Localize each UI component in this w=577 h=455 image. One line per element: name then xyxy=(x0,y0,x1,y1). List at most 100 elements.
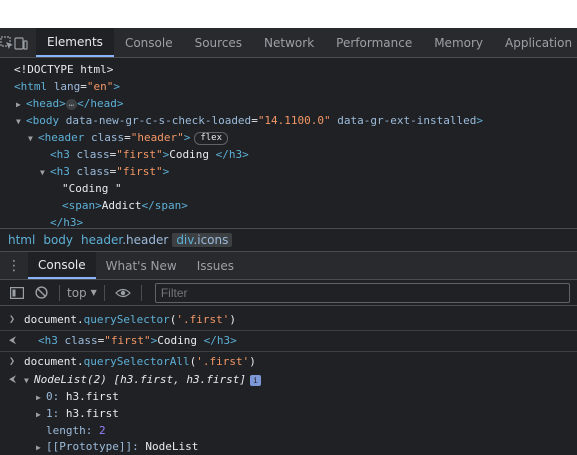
collapse-triangle-icon[interactable]: ▼ xyxy=(28,130,38,147)
nodelist-length[interactable]: length: 2 xyxy=(0,423,577,439)
head-open-tag: <head> xyxy=(26,97,66,110)
h3-class-attr: class xyxy=(76,148,110,161)
tab-elements[interactable]: Elements xyxy=(36,28,114,57)
cmd-argument: '.first' xyxy=(176,313,230,326)
tab-console[interactable]: Console xyxy=(114,28,184,57)
ellipsis-badge[interactable]: … xyxy=(65,98,78,110)
toolbar-divider xyxy=(140,284,142,301)
result-close-tag: </h3> xyxy=(203,334,237,347)
result-class-attr: class xyxy=(64,334,98,347)
flex-badge[interactable]: flex xyxy=(194,131,229,145)
nodelist-item[interactable]: ▶ 1: h3.first xyxy=(0,406,577,423)
prompt-chevron-icon: ❯ xyxy=(9,314,16,325)
console-input-line[interactable]: ❯ document.querySelector('.first') xyxy=(0,310,577,331)
tree-row-span[interactable]: <span>Addict</span> xyxy=(0,197,577,214)
header-class-attr: class xyxy=(90,131,125,144)
body-attr-grammarly: data-new-gr-c-s-check-loaded xyxy=(65,114,252,127)
collapse-triangle-icon[interactable]: ▼ xyxy=(16,113,26,130)
item-key: 0 xyxy=(46,390,53,403)
nodelist-prototype[interactable]: ▶ [[Prototype]]: NodeList xyxy=(0,439,577,455)
sidebar-toggle-icon[interactable] xyxy=(6,283,28,303)
devtools-tab-bar: Elements Console Sources Network Perform… xyxy=(0,28,577,58)
body-attr-grammarly-value: "14.1100.0" xyxy=(257,114,331,127)
console-toolbar: top ▼ xyxy=(0,280,577,306)
breadcrumb-html[interactable]: html xyxy=(4,233,39,247)
body-close-bracket: > xyxy=(476,114,483,127)
cmd-function: querySelector xyxy=(83,313,170,326)
nodelist-result[interactable]: ⮜ ▼ NodeList(2) [h3.first, h3.first] i xyxy=(0,372,577,389)
console-input-line[interactable]: ❯ document.querySelectorAll('.first') xyxy=(0,352,577,372)
console-result-line[interactable]: ⮜ <h3 class="first">Coding </h3> xyxy=(0,331,577,352)
breadcrumb-body[interactable]: body xyxy=(39,233,77,247)
tab-network[interactable]: Network xyxy=(253,28,325,57)
tab-application[interactable]: Application xyxy=(494,28,577,57)
collapse-triangle-icon[interactable]: ▼ xyxy=(40,164,50,181)
h3-tag: <h3 xyxy=(50,148,70,161)
length-value: 2 xyxy=(99,424,106,437)
drawer-tab-console[interactable]: Console xyxy=(28,252,96,279)
h3-text: Coding xyxy=(169,148,216,161)
tree-row-h3-second[interactable]: ▼ <h3 class="first"> xyxy=(0,163,577,180)
clear-console-icon[interactable] xyxy=(30,283,52,303)
html-lang-value: "en" xyxy=(86,80,114,93)
elements-tree: <!DOCTYPE html> <html lang="en"> ▶ <head>… xyxy=(0,58,577,228)
result-arrow-icon: ⮜ xyxy=(9,335,17,346)
body-attr-ext: data-gr-ext-installed xyxy=(337,114,477,127)
expand-triangle-icon[interactable]: ▶ xyxy=(16,96,26,113)
kebab-menu-icon[interactable]: ⋮ xyxy=(0,252,28,279)
html-lang-attr: lang xyxy=(53,80,81,93)
drawer-tab-bar: ⋮ Console What's New Issues xyxy=(0,252,577,280)
tab-performance[interactable]: Performance xyxy=(325,28,423,57)
result-text: Coding xyxy=(157,334,204,347)
tab-sources[interactable]: Sources xyxy=(184,28,253,57)
inspect-element-icon[interactable] xyxy=(0,28,14,57)
item-value: h3.first xyxy=(65,390,119,403)
span-text: Addict xyxy=(101,199,142,212)
breadcrumb-div-class: .icons xyxy=(193,233,229,247)
drawer-tab-issues[interactable]: Issues xyxy=(187,252,244,279)
expand-triangle-icon[interactable]: ▶ xyxy=(36,390,46,406)
tree-row-html[interactable]: <html lang="en"> xyxy=(0,78,577,95)
collapse-triangle-icon[interactable]: ▼ xyxy=(24,373,34,389)
breadcrumb: html body header.header div.icons xyxy=(0,228,577,252)
device-toolbar-icon[interactable] xyxy=(14,28,28,57)
tree-row-body[interactable]: ▼ <body data-new-gr-c-s-check-loaded="14.… xyxy=(0,112,577,129)
tree-row-head[interactable]: ▶ <head>… </head> xyxy=(0,95,577,112)
tree-row-doctype[interactable]: <!DOCTYPE html> xyxy=(0,61,577,78)
expand-triangle-icon[interactable]: ▶ xyxy=(36,407,46,423)
console-output: ❯ document.querySelector('.first') ⮜ <h3… xyxy=(0,306,577,455)
h3-class-value: "first" xyxy=(116,165,163,178)
nodelist-preview: [h3.first, h3.first] xyxy=(113,373,246,386)
context-selector[interactable]: top ▼ xyxy=(67,286,97,300)
tree-row-text-node[interactable]: "Coding " xyxy=(0,180,577,197)
cmd-argument: '.first' xyxy=(196,355,250,368)
tab-memory[interactable]: Memory xyxy=(423,28,494,57)
nodelist-item[interactable]: ▶ 0: h3.first xyxy=(0,389,577,406)
h3-class-value: "first" xyxy=(116,148,163,161)
breadcrumb-div-tag: div xyxy=(176,233,194,247)
breadcrumb-div-icons[interactable]: div.icons xyxy=(172,233,233,247)
text-node: "Coding " xyxy=(62,182,122,195)
context-label: top xyxy=(67,285,87,300)
body-tag: <body xyxy=(26,114,60,127)
eye-icon[interactable] xyxy=(112,283,134,303)
drawer-tab-whats-new[interactable]: What's New xyxy=(96,252,187,279)
info-icon[interactable]: i xyxy=(249,374,261,386)
header-tag: <header xyxy=(38,131,85,144)
toolbar-divider xyxy=(59,284,60,301)
tree-row-header[interactable]: ▼ <header class="header"> flex xyxy=(0,129,577,146)
tree-row-h3-close[interactable]: </h3> xyxy=(0,214,577,228)
tree-row-h3-first[interactable]: <h3 class="first">Coding </h3> xyxy=(0,146,577,163)
head-close-tag: </head> xyxy=(77,97,124,110)
devtools-panel: Elements Console Sources Network Perform… xyxy=(0,28,577,455)
item-key: 1 xyxy=(46,407,53,420)
result-arrow-icon: ⮜ xyxy=(9,374,17,385)
breadcrumb-header[interactable]: header.header xyxy=(77,233,172,247)
result-class-value: "first" xyxy=(104,334,151,347)
console-filter-input[interactable] xyxy=(154,282,570,303)
h3-class-attr: class xyxy=(76,165,110,178)
breadcrumb-header-tag: header xyxy=(81,233,123,247)
toolbar-divider xyxy=(103,284,105,301)
expand-triangle-icon[interactable]: ▶ xyxy=(36,440,46,455)
header-class-value: "header" xyxy=(130,131,184,144)
